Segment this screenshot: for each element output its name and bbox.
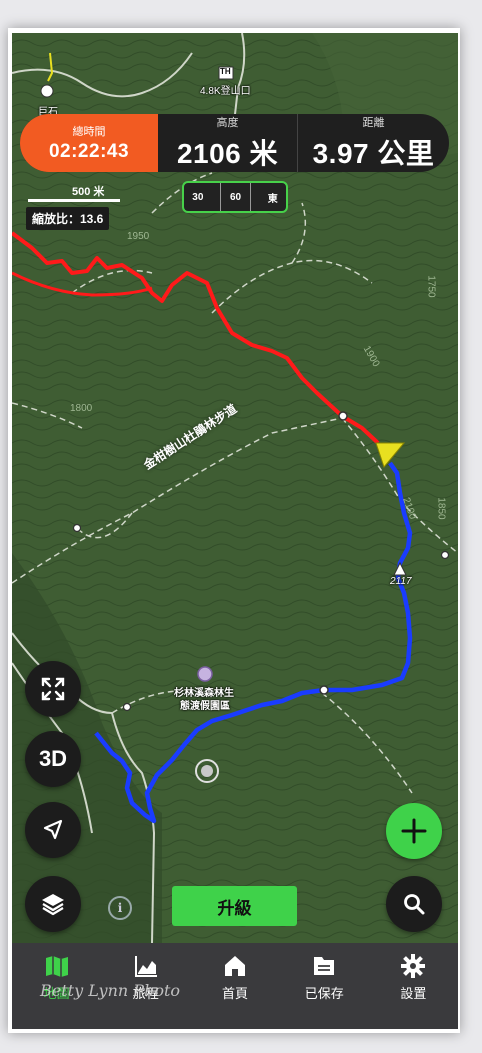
photo-watermark: Betty Lynn Photo xyxy=(40,981,181,1000)
home-icon xyxy=(225,956,245,976)
altitude-value: 2106 米 xyxy=(176,138,279,169)
total-time-label: 總時間 xyxy=(72,126,106,138)
distance-label: 距離 xyxy=(362,117,385,129)
3d-label: 3D xyxy=(38,746,68,771)
locate-button[interactable] xyxy=(25,802,81,858)
3d-toggle-button[interactable]: 3D xyxy=(25,731,81,787)
stats-bar[interactable]: 總時間 02:22:43 高度 2106 米 距離 3.97 公里 xyxy=(20,114,449,172)
app-screen: 巨石 TH 4.8K登山口 1950 1900 1800 1750 1850 2… xyxy=(12,33,458,1029)
search-icon xyxy=(404,894,425,915)
fullscreen-button[interactable] xyxy=(25,661,81,717)
upgrade-button[interactable]: 升級 xyxy=(172,886,297,926)
info-icon[interactable]: i xyxy=(108,896,132,920)
zoom-level-label: 縮放比：13.6 xyxy=(26,207,110,230)
contour-label: 1850 xyxy=(435,497,447,520)
scale-label: 500 米 xyxy=(72,186,105,198)
layers-icon xyxy=(42,894,64,916)
compass-tick-30: 30 xyxy=(192,191,204,203)
altitude-panel[interactable]: 高度 2106 米 xyxy=(158,114,298,172)
distance-panel[interactable]: 距離 3.97 公里 xyxy=(298,114,449,172)
nav-item-settings[interactable]: 設置 xyxy=(369,943,458,1029)
compass-tick-60: 60 xyxy=(219,183,252,211)
th-badge: TH xyxy=(220,67,231,76)
saved-icon xyxy=(314,957,335,975)
nav-label-settings: 設置 xyxy=(400,986,427,1001)
nav-item-home[interactable]: 首頁 xyxy=(190,943,279,1029)
total-time-value: 02:22:43 xyxy=(48,141,130,162)
add-button[interactable] xyxy=(386,803,442,859)
scale-bar xyxy=(28,199,120,202)
plus-icon xyxy=(401,818,427,844)
trailhead-label: 4.8K登山口 xyxy=(200,86,251,97)
forest-area-label: 態渡假園區 xyxy=(180,701,230,712)
contour-label: 1800 xyxy=(70,403,93,414)
search-button[interactable] xyxy=(386,876,442,932)
nav-label-saved: 已保存 xyxy=(304,986,344,1001)
layers-button[interactable] xyxy=(25,876,81,932)
compass-heading[interactable]: 30 60 東 xyxy=(182,181,288,213)
distance-value: 3.97 公里 xyxy=(312,138,435,169)
compass-direction: 東 xyxy=(267,193,278,205)
altitude-label: 高度 xyxy=(216,117,239,129)
contour-label: 1750 xyxy=(425,275,437,298)
navigation-arrow-icon xyxy=(43,819,63,840)
peak-elevation-label: 2117 xyxy=(390,576,412,587)
chart-icon xyxy=(134,956,157,977)
nav-item-saved[interactable]: 已保存 xyxy=(280,943,369,1029)
map-icon xyxy=(45,956,68,977)
contour-label: 1950 xyxy=(127,231,150,242)
nav-label-home: 首頁 xyxy=(222,986,249,1001)
gear-icon xyxy=(401,954,426,978)
total-time-panel[interactable]: 總時間 02:22:43 xyxy=(20,114,158,172)
expand-icon xyxy=(41,677,65,701)
